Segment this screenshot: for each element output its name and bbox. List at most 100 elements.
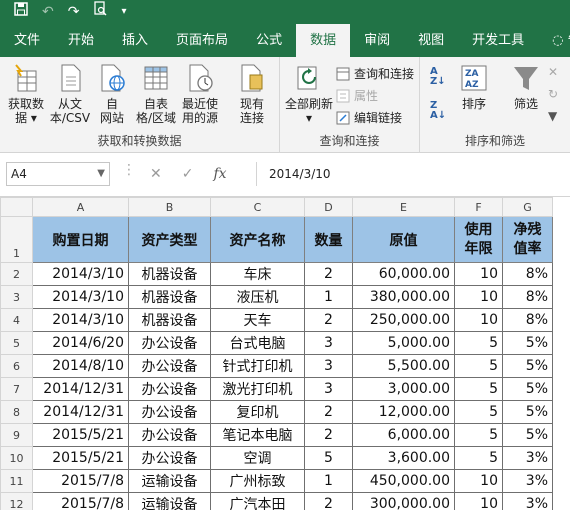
cell-value[interactable]: 3,600.00 <box>352 446 455 470</box>
cell-qty[interactable]: 2 <box>304 262 353 286</box>
tab-file[interactable]: 文件 <box>0 24 54 57</box>
cell-type[interactable]: 办公设备 <box>128 423 211 447</box>
filter-button[interactable]: 筛选 <box>504 63 548 111</box>
cell-value[interactable]: 300,000.00 <box>352 492 455 510</box>
splitter-handle[interactable]: ⋮ <box>122 162 137 178</box>
cell-type[interactable]: 办公设备 <box>128 446 211 470</box>
row-header[interactable]: 7 <box>0 377 33 401</box>
cell-name[interactable]: 车床 <box>210 262 305 286</box>
cell-rate[interactable]: 5% <box>502 400 553 424</box>
cell-qty[interactable]: 2 <box>304 492 353 510</box>
cell-rate[interactable]: 5% <box>502 331 553 355</box>
cell-years[interactable]: 5 <box>454 354 503 378</box>
cell-date[interactable]: 2014/8/10 <box>32 354 129 378</box>
cell-value[interactable]: 60,000.00 <box>352 262 455 286</box>
redo-icon[interactable]: ↷ <box>68 0 80 24</box>
chevron-down-icon[interactable]: ▼ <box>97 163 105 185</box>
cell-qty[interactable]: 5 <box>304 446 353 470</box>
undo-icon[interactable]: ↶ <box>42 0 54 24</box>
cell-value[interactable]: 12,000.00 <box>352 400 455 424</box>
from-web-button[interactable]: 自 网站 <box>88 63 136 125</box>
edit-links-button[interactable]: 编辑链接 <box>336 109 402 126</box>
tab-page-layout[interactable]: 页面布局 <box>162 24 242 57</box>
cell-years[interactable]: 5 <box>454 446 503 470</box>
cell-rate[interactable]: 5% <box>502 423 553 447</box>
column-header-e[interactable]: E <box>352 197 455 217</box>
cell-type[interactable]: 运输设备 <box>128 492 211 510</box>
tab-home[interactable]: 开始 <box>54 24 108 57</box>
cell-rate[interactable]: 5% <box>502 354 553 378</box>
row-header[interactable]: 12 <box>0 492 33 510</box>
sort-descending-button[interactable]: Z A↓ <box>430 101 446 121</box>
cell-years[interactable]: 10 <box>454 469 503 493</box>
column-header-c[interactable]: C <box>210 197 305 217</box>
cell-type[interactable]: 办公设备 <box>128 400 211 424</box>
cell-date[interactable]: 2015/7/8 <box>32 492 129 510</box>
row-header[interactable]: 10 <box>0 446 33 470</box>
customize-qat-icon[interactable]: ▾ <box>121 0 126 24</box>
cell-type[interactable]: 机器设备 <box>128 308 211 332</box>
cell-years[interactable]: 10 <box>454 492 503 510</box>
refresh-all-button[interactable]: 全部刷新 ▾ <box>284 63 334 125</box>
cell-type[interactable]: 运输设备 <box>128 469 211 493</box>
cell-years[interactable]: 10 <box>454 285 503 309</box>
cell-value[interactable]: 250,000.00 <box>352 308 455 332</box>
formula-input[interactable]: 2014/3/10 <box>256 162 570 186</box>
cell-date[interactable]: 2014/12/31 <box>32 400 129 424</box>
tab-data[interactable]: 数据 <box>296 24 351 57</box>
get-data-button[interactable]: 获取数 据 ▾ <box>2 63 50 125</box>
cell-name[interactable]: 广汽本田 <box>210 492 305 510</box>
tell-me-box[interactable]: ◌ 告诉 <box>538 24 570 57</box>
tab-review[interactable]: 审阅 <box>350 24 404 57</box>
cell-years[interactable]: 5 <box>454 400 503 424</box>
cell-qty[interactable]: 3 <box>304 377 353 401</box>
cell-name[interactable]: 笔记本电脑 <box>210 423 305 447</box>
reapply-filter-button[interactable]: ↻ <box>548 87 558 101</box>
clear-filter-button[interactable]: ✕ <box>548 65 558 79</box>
cell-name[interactable]: 台式电脑 <box>210 331 305 355</box>
cell-name[interactable]: 空调 <box>210 446 305 470</box>
cell-rate[interactable]: 3% <box>502 446 553 470</box>
cell-value[interactable]: 5,000.00 <box>352 331 455 355</box>
from-text-csv-button[interactable]: 从文 本/CSV <box>46 63 94 125</box>
row-header[interactable]: 4 <box>0 308 33 332</box>
cell-date[interactable]: 2015/5/21 <box>32 446 129 470</box>
header-cell-value[interactable]: 原值 <box>352 216 455 263</box>
cell-type[interactable]: 办公设备 <box>128 331 211 355</box>
row-header[interactable]: 9 <box>0 423 33 447</box>
queries-connections-button[interactable]: 查询和连接 <box>336 65 414 82</box>
cell-value[interactable]: 6,000.00 <box>352 423 455 447</box>
advanced-filter-button[interactable]: ▼ <box>548 109 557 123</box>
cell-name[interactable]: 激光打印机 <box>210 377 305 401</box>
column-header-a[interactable]: A <box>32 197 129 217</box>
header-cell-date[interactable]: 购置日期 <box>32 216 129 263</box>
select-all-corner[interactable] <box>0 197 33 217</box>
save-icon[interactable] <box>14 0 28 24</box>
cell-rate[interactable]: 8% <box>502 285 553 309</box>
cell-date[interactable]: 2015/5/21 <box>32 423 129 447</box>
cell-name[interactable]: 液压机 <box>210 285 305 309</box>
cell-type[interactable]: 机器设备 <box>128 262 211 286</box>
cell-years[interactable]: 5 <box>454 331 503 355</box>
row-header[interactable]: 8 <box>0 400 33 424</box>
properties-button[interactable]: 属性 <box>336 87 378 104</box>
header-cell-type[interactable]: 资产类型 <box>128 216 211 263</box>
cell-years[interactable]: 10 <box>454 262 503 286</box>
row-header[interactable]: 5 <box>0 331 33 355</box>
sort-button[interactable]: ZA AZ 排序 <box>452 63 496 111</box>
column-header-g[interactable]: G <box>502 197 553 217</box>
cell-qty[interactable]: 3 <box>304 354 353 378</box>
insert-function-icon[interactable]: fx <box>213 162 226 186</box>
row-header[interactable]: 6 <box>0 354 33 378</box>
column-header-d[interactable]: D <box>304 197 353 217</box>
recent-sources-button[interactable]: 最近使 用的源 <box>176 63 224 125</box>
cell-years[interactable]: 5 <box>454 423 503 447</box>
header-cell-qty[interactable]: 数量 <box>304 216 353 263</box>
cell-rate[interactable]: 5% <box>502 377 553 401</box>
cell-qty[interactable]: 2 <box>304 400 353 424</box>
tab-developer[interactable]: 开发工具 <box>458 24 538 57</box>
existing-connections-button[interactable]: 现有 连接 <box>228 63 276 125</box>
cell-years[interactable]: 10 <box>454 308 503 332</box>
cell-type[interactable]: 机器设备 <box>128 285 211 309</box>
cell-date[interactable]: 2014/6/20 <box>32 331 129 355</box>
